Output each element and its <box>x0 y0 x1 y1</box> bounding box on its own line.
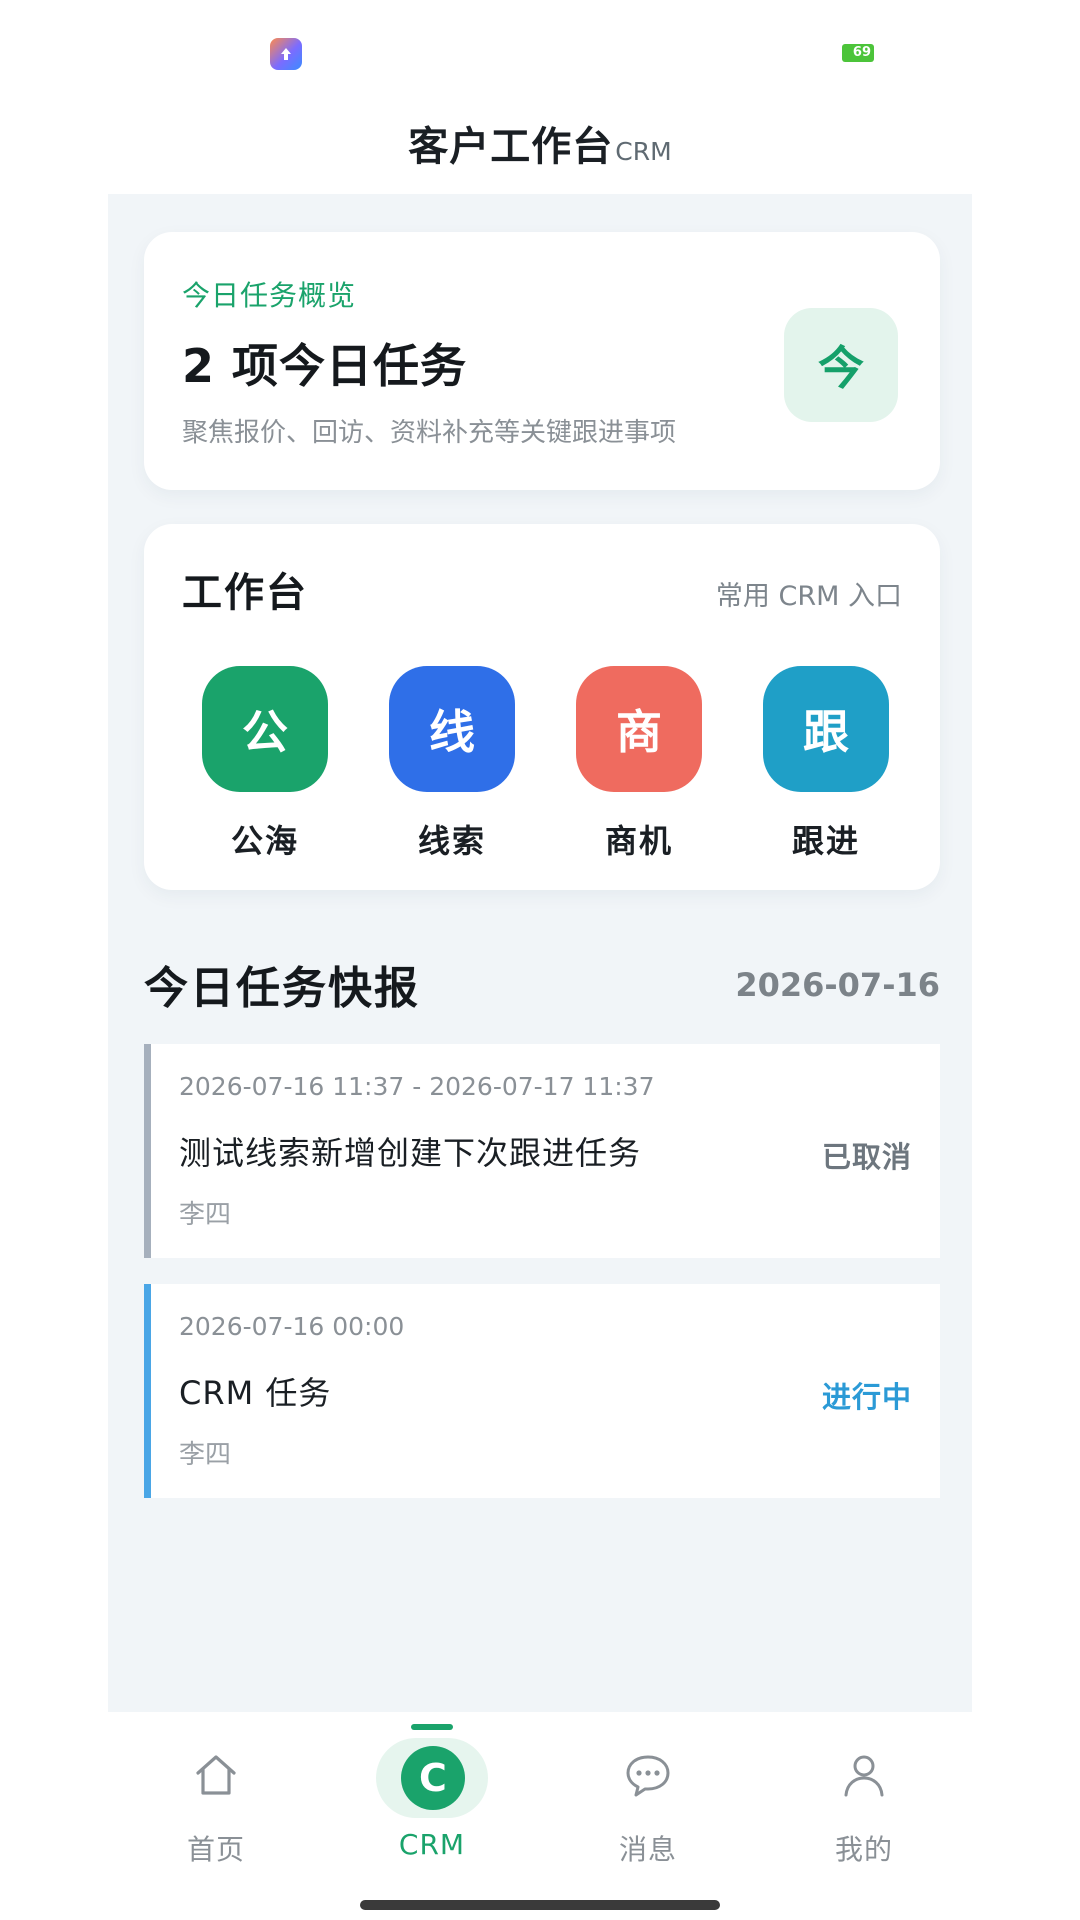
page-title-suffix: CRM <box>615 137 672 166</box>
task-item[interactable]: 2026-07-16 11:37 - 2026-07-17 11:37 测试线索… <box>144 1044 940 1258</box>
chat-bubble-icon <box>623 1750 673 1800</box>
nav-item-profile[interactable]: 我的 <box>756 1712 972 1872</box>
opportunities-icon: 商 <box>576 666 702 792</box>
home-indicator[interactable] <box>360 1900 720 1910</box>
upload-arrow-icon <box>270 38 302 70</box>
entry-leads[interactable]: 线 线索 <box>387 666 517 862</box>
nav-label: 我的 <box>834 1833 893 1866</box>
follow-up-icon: 跟 <box>763 666 889 792</box>
home-icon <box>191 1750 241 1800</box>
task-time: 2026-07-16 00:00 <box>179 1312 405 1341</box>
task-overview-card[interactable]: 今日任务概览 2 项今日任务 聚焦报价、回访、资料补充等关键跟进事项 今 <box>144 232 940 490</box>
nav-item-home[interactable]: 首页 <box>108 1712 324 1872</box>
overview-kicker: 今日任务概览 <box>182 279 357 312</box>
entry-label: 跟进 <box>791 822 860 860</box>
status-bar: 69 <box>0 0 1080 100</box>
entry-public-pool[interactable]: 公 公海 <box>200 666 330 862</box>
entry-label: 线索 <box>417 822 486 860</box>
workbench-card: 工作台 常用 CRM 入口 公 公海 线 线索 商 商机 跟 跟进 <box>144 524 940 890</box>
task-title: 测试线索新增创建下次跟进任务 <box>179 1134 642 1172</box>
task-brief-title: 今日任务快报 <box>144 963 420 1014</box>
workbench-title: 工作台 <box>182 570 308 616</box>
task-status-badge: 进行中 <box>821 1380 912 1414</box>
entry-label: 公海 <box>230 822 299 860</box>
bottom-nav: 首页 CRM C 消息 我的 <box>108 1712 972 1872</box>
page-header: 客户工作台CRM <box>0 100 1080 194</box>
overview-description: 聚焦报价、回访、资料补充等关键跟进事项 <box>182 418 677 448</box>
task-title: CRM 任务 <box>179 1374 332 1412</box>
main-content: 今日任务概览 2 项今日任务 聚焦报价、回访、资料补充等关键跟进事项 今 工作台… <box>108 194 972 1712</box>
page-title: 客户工作台 <box>408 124 614 170</box>
workbench-hint: 常用 CRM 入口 <box>715 581 902 612</box>
task-owner: 李四 <box>179 1440 232 1470</box>
nav-label: 首页 <box>186 1833 245 1866</box>
crm-workbench-screen: 69 客户工作台CRM 今日任务概览 2 项今日任务 聚焦报价、回访、资料补充等… <box>0 0 1080 1920</box>
battery-indicator: 69 <box>842 44 874 62</box>
entry-opportunities[interactable]: 商 商机 <box>574 666 704 862</box>
task-time: 2026-07-16 11:37 - 2026-07-17 11:37 <box>179 1072 655 1101</box>
today-badge-icon: 今 <box>784 308 898 422</box>
public-pool-icon: 公 <box>202 666 328 792</box>
nav-label: CRM <box>398 1828 466 1861</box>
crm-icon[interactable]: C <box>401 1746 465 1810</box>
entry-follow-up[interactable]: 跟 跟进 <box>761 666 891 862</box>
overview-title: 2 项今日任务 <box>182 339 468 393</box>
leads-icon: 线 <box>389 666 515 792</box>
nav-label: 消息 <box>618 1833 677 1866</box>
task-item[interactable]: 2026-07-16 00:00 CRM 任务 李四 进行中 <box>144 1284 940 1498</box>
nav-item-messages[interactable]: 消息 <box>540 1712 756 1872</box>
entry-label: 商机 <box>604 822 673 860</box>
task-brief-date: 2026-07-16 <box>735 966 940 1004</box>
user-icon <box>839 1750 889 1800</box>
task-owner: 李四 <box>179 1200 232 1230</box>
task-status-badge: 已取消 <box>821 1140 912 1174</box>
